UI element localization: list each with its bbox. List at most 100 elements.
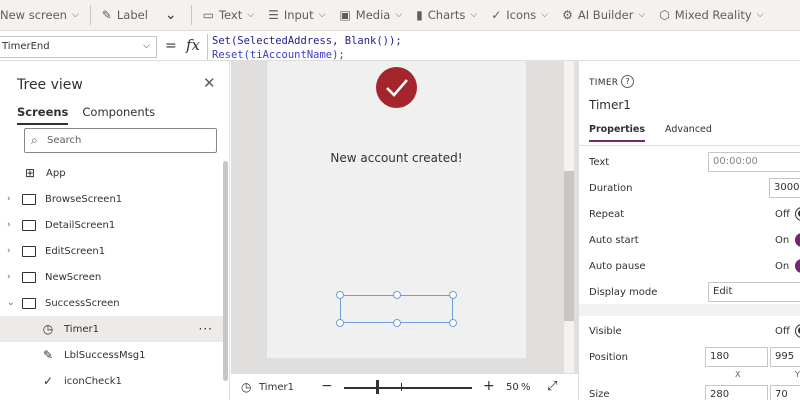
position-y-input[interactable]: 995	[770, 347, 800, 367]
canvas-scrollbar[interactable]	[564, 171, 574, 321]
tab-advanced[interactable]: Advanced	[665, 124, 712, 142]
tree-scrollbar[interactable]	[223, 161, 228, 381]
resize-handle[interactable]	[449, 319, 457, 327]
property-selector[interactable]: TimerEnd ⌵	[0, 36, 157, 58]
tree-item-label: BrowseScreen1	[45, 193, 123, 205]
tree-item-newscreen[interactable]: › NewScreen	[0, 264, 223, 290]
mixed-reality-menu-button[interactable]: ⬡ Mixed Reality ⌵	[652, 0, 770, 30]
timer-control-selection[interactable]	[336, 291, 457, 327]
properties-divider	[579, 145, 800, 146]
icons-menu-label: Icons	[506, 8, 537, 22]
tree-item-label: iconCheck1	[64, 375, 122, 387]
position-x-input[interactable]: 180	[705, 347, 768, 367]
help-icon[interactable]: ?	[621, 75, 634, 88]
size-width-input[interactable]: 280	[705, 385, 768, 400]
auto-start-label: Auto start	[589, 235, 639, 246]
control-name[interactable]: Timer1	[589, 98, 631, 112]
ribbon-divider	[190, 5, 192, 25]
tree-item-app[interactable]: ⊞ App	[0, 160, 223, 186]
close-icon[interactable]: ✕	[203, 74, 216, 92]
zoom-slider-thumb[interactable]	[376, 380, 379, 394]
tab-screens[interactable]: Screens	[17, 105, 69, 125]
canvas-status-bar: ◷ Timer1 − + 50 % ⤢	[231, 373, 578, 400]
zoom-in-icon[interactable]: +	[483, 378, 495, 394]
tree-view-panel: Tree view ✕ Screens Components ⌕ Search …	[0, 61, 230, 400]
new-screen-label: New screen	[0, 8, 67, 22]
resize-handle[interactable]	[336, 291, 344, 299]
resize-handle[interactable]	[393, 319, 401, 327]
properties-tabs: Properties Advanced	[589, 124, 712, 142]
zoom-out-icon[interactable]: −	[321, 378, 333, 394]
more-options-icon[interactable]: ···	[199, 322, 213, 336]
duration-input[interactable]: 3000	[769, 178, 800, 198]
design-canvas: New account created!	[231, 61, 578, 373]
visible-toggle-state: Off	[775, 326, 790, 337]
display-mode-select[interactable]: Edit	[708, 282, 800, 302]
ai-builder-menu-button[interactable]: ⚙ AI Builder ⌵	[555, 0, 652, 30]
tree-item-successscreen[interactable]: ⌄ SuccessScreen	[0, 290, 223, 316]
tree-item-timer1[interactable]: ◷ Timer1 ···	[0, 316, 223, 342]
resize-handle[interactable]	[336, 319, 344, 327]
resize-handle[interactable]	[393, 291, 401, 299]
chevron-right-icon[interactable]: ›	[7, 246, 17, 256]
tree-search-input[interactable]: ⌕ Search	[24, 128, 217, 153]
zoom-unit: %	[521, 382, 531, 393]
media-menu-button[interactable]: ▣ Media ⌵	[332, 0, 409, 30]
size-height-input[interactable]: 70	[770, 385, 800, 400]
text-property-input[interactable]: 00:00:00	[708, 152, 800, 172]
repeat-label: Repeat	[589, 209, 625, 220]
tab-components[interactable]: Components	[82, 105, 155, 125]
repeat-toggle[interactable]	[795, 207, 800, 221]
visible-label: Visible	[589, 326, 622, 337]
success-message[interactable]: New account created!	[267, 151, 526, 165]
new-screen-button[interactable]: New screen ⌵	[0, 0, 86, 30]
visible-toggle[interactable]	[795, 324, 800, 338]
fit-to-window-icon[interactable]: ⤢	[547, 379, 557, 394]
checkmark-icon	[386, 79, 408, 97]
chevron-down-icon[interactable]: ⌄	[7, 298, 17, 308]
zoom-value: 50	[506, 382, 519, 393]
text-menu-button[interactable]: ▭ Text ⌵	[196, 0, 261, 30]
equals-icon: =	[165, 38, 177, 54]
zoom-slider[interactable]	[344, 387, 472, 389]
screen-icon	[22, 297, 36, 309]
tree-view-tabs: Screens Components	[17, 105, 155, 125]
tree-item-label: SuccessScreen	[45, 297, 120, 309]
image-icon: ▣	[339, 8, 351, 22]
icons-menu-button[interactable]: ✓ Icons ⌵	[484, 0, 555, 30]
ribbon-expand-chevron-icon[interactable]: ⌄	[155, 7, 187, 23]
input-menu-button[interactable]: ☰ Input ⌵	[261, 0, 332, 30]
formula-editor[interactable]: Set(SelectedAddress, Blank()); Reset(tiA…	[207, 34, 800, 60]
chevron-down-icon: ⌵	[638, 10, 646, 20]
formula-bar: TimerEnd ⌵ = fx Set(SelectedAddress, Bla…	[0, 31, 800, 61]
chevron-right-icon[interactable]: ›	[7, 194, 17, 204]
icons-shapes-icon: ✓	[42, 374, 54, 388]
display-mode-label: Display mode	[589, 287, 658, 298]
edit-pencil-icon: ✎	[101, 8, 112, 22]
label-button-label: Label	[116, 8, 148, 22]
resize-handle[interactable]	[449, 291, 457, 299]
charts-menu-button[interactable]: ▮ Charts ⌵	[409, 0, 484, 30]
section-separator	[579, 304, 800, 316]
tree-item-lblsuccessmsg1[interactable]: ✎ LblSuccessMsg1	[0, 342, 223, 368]
tab-properties[interactable]: Properties	[589, 124, 645, 142]
tree-item-label: EditScreen1	[45, 245, 106, 257]
text-menu-label: Text	[218, 8, 243, 22]
property-selector-value: TimerEnd	[2, 41, 50, 52]
auto-pause-toggle[interactable]	[795, 259, 800, 273]
repeat-toggle-state: Off	[775, 209, 790, 220]
tree-item-browsescreen1[interactable]: › BrowseScreen1	[0, 186, 223, 212]
tree-item-detailscreen1[interactable]: › DetailScreen1	[0, 212, 223, 238]
selected-control-name[interactable]: Timer1	[259, 382, 294, 393]
properties-panel: TIMER ? Timer1 Properties Advanced Text …	[578, 61, 800, 400]
auto-start-toggle[interactable]	[795, 233, 800, 247]
tree-item-editscreen1[interactable]: › EditScreen1	[0, 238, 223, 264]
tree-view-title: Tree view	[17, 77, 83, 93]
size-label: Size	[589, 389, 610, 400]
chevron-right-icon[interactable]: ›	[7, 220, 17, 230]
chevron-right-icon[interactable]: ›	[7, 272, 17, 282]
tree-item-iconcheck1[interactable]: ✓ iconCheck1	[0, 368, 223, 394]
timer-icon: ◷	[42, 322, 54, 336]
label-button[interactable]: ✎ Label	[95, 0, 155, 30]
check-circle-icon[interactable]	[376, 67, 417, 108]
